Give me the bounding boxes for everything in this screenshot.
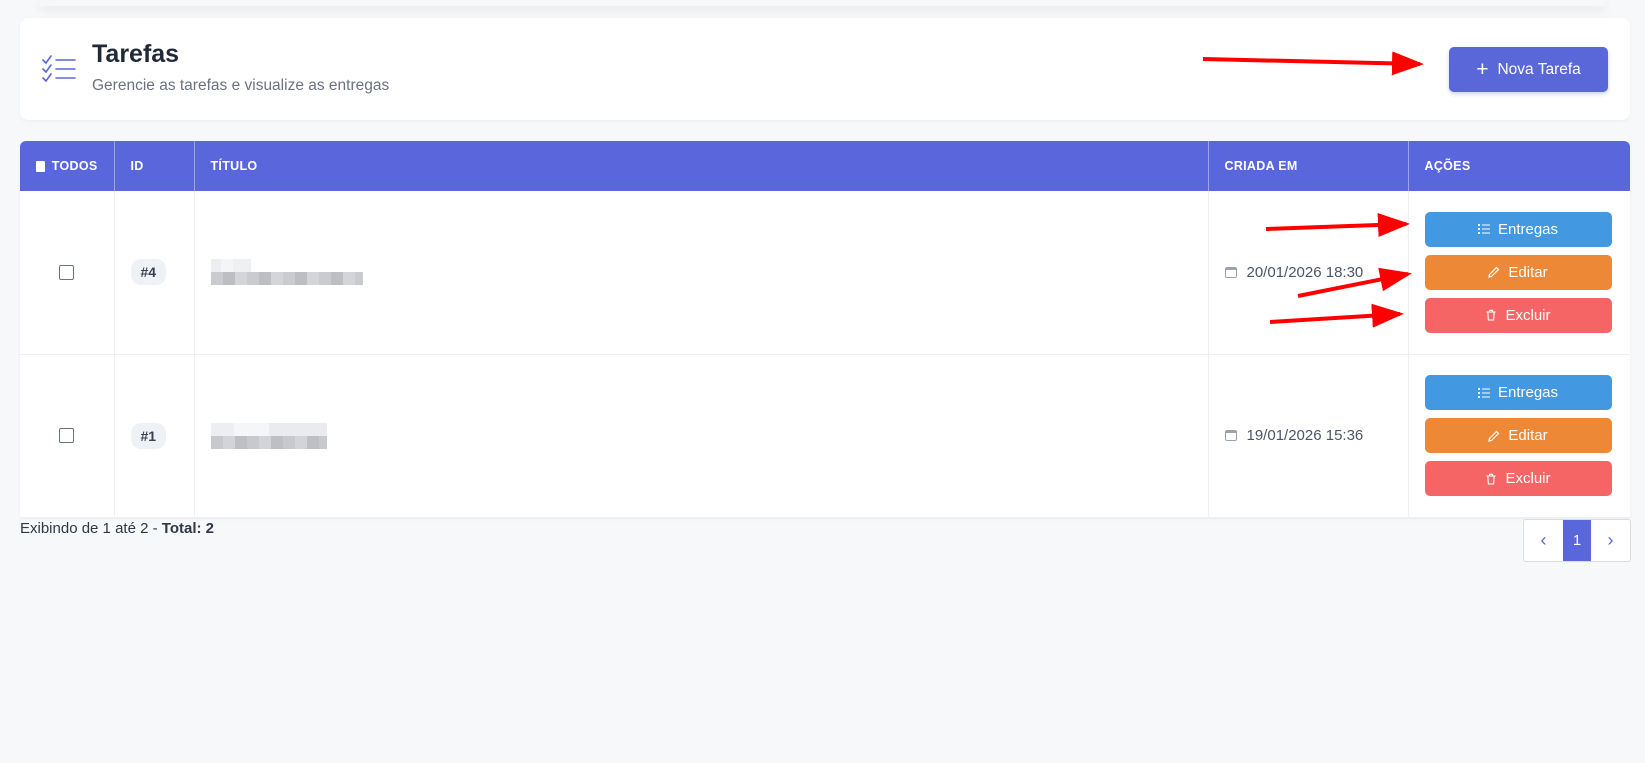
page-header: Tarefas Gerencie as tarefas e visualize …	[20, 18, 1630, 120]
tasks-table: TODOS ID TÍTULO CRIADA EM AÇÕES #4 20/01…	[20, 141, 1630, 518]
plus-icon: +	[1476, 58, 1489, 81]
edit-label: Editar	[1508, 427, 1548, 444]
row-id-cell: #4	[114, 191, 195, 355]
calendar-icon	[1224, 266, 1237, 278]
delete-button[interactable]: Excluir	[1424, 297, 1612, 333]
trash-icon	[1486, 310, 1496, 321]
redacted-title	[210, 422, 1192, 449]
task-list-icon	[42, 55, 76, 83]
id-badge: #1	[130, 422, 167, 449]
page-title: Tarefas	[92, 40, 180, 68]
pencil-icon	[1488, 430, 1500, 442]
row-title-cell	[194, 354, 1209, 518]
pagination: ‹ 1 ›	[1523, 519, 1631, 562]
edit-button[interactable]: Editar	[1424, 254, 1612, 290]
page-subtitle: Gerencie as tarefas e visualize as entre…	[92, 77, 390, 94]
table-row: #4 20/01/2026 18:30 Entregas Editar Excl…	[20, 191, 1630, 355]
pagination-info: Exibindo de 1 até 2 - Total: 2	[20, 520, 214, 537]
created-date: 19/01/2026 15:36	[1246, 427, 1364, 444]
row-checkbox[interactable]	[59, 428, 75, 443]
edit-label: Editar	[1508, 263, 1548, 281]
total-text: Total: 2	[161, 520, 214, 537]
pencil-icon	[1488, 266, 1500, 279]
row-select-cell	[20, 354, 115, 518]
id-badge: #4	[130, 259, 167, 286]
showing-text: Exibindo de 1 até 2 -	[20, 520, 162, 537]
delete-button[interactable]: Excluir	[1424, 461, 1612, 496]
delete-label: Excluir	[1505, 470, 1551, 487]
deliveries-label: Entregas	[1497, 384, 1559, 401]
row-title-cell	[194, 191, 1209, 355]
top-bar	[40, 0, 1605, 6]
edit-button[interactable]: Editar	[1424, 418, 1612, 453]
new-task-button[interactable]: + Nova Tarefa	[1449, 47, 1608, 92]
select-all-checkbox[interactable]	[36, 160, 45, 172]
row-actions-cell: Entregas Editar Excluir	[1408, 191, 1630, 355]
row-select-cell	[20, 191, 115, 355]
deliveries-label: Entregas	[1497, 220, 1559, 238]
row-checkbox[interactable]	[59, 264, 75, 280]
deliveries-button[interactable]: Entregas	[1424, 211, 1612, 247]
list-icon	[1477, 387, 1490, 398]
row-created-cell: 19/01/2026 15:36	[1208, 354, 1409, 518]
calendar-icon	[1224, 430, 1237, 441]
chevron-right-icon: ›	[1607, 530, 1614, 550]
list-icon	[1477, 224, 1490, 235]
header-title: TÍTULO	[194, 141, 1209, 191]
row-created-cell: 20/01/2026 18:30	[1208, 191, 1409, 355]
previous-page-button[interactable]: ‹	[1524, 520, 1563, 561]
next-page-button[interactable]: ›	[1591, 520, 1630, 561]
header-actions: AÇÕES	[1424, 159, 1471, 173]
delete-label: Excluir	[1505, 306, 1551, 324]
header-created: CRIADA EM	[1208, 141, 1409, 191]
new-task-label: Nova Tarefa	[1497, 60, 1581, 78]
table-row: #1 19/01/2026 15:36 Entregas Editar Excl…	[20, 354, 1630, 518]
header-id: ID	[114, 141, 195, 191]
page-1-button[interactable]: 1	[1563, 520, 1591, 561]
redacted-title	[210, 259, 1192, 286]
deliveries-button[interactable]: Entregas	[1424, 375, 1612, 410]
header-select-all[interactable]: TODOS	[20, 141, 115, 191]
header-all-label: TODOS	[51, 159, 98, 173]
trash-icon	[1486, 473, 1496, 485]
chevron-left-icon: ‹	[1540, 530, 1547, 550]
row-actions-cell: Entregas Editar Excluir	[1408, 354, 1630, 518]
created-date: 20/01/2026 18:30	[1246, 263, 1364, 281]
table-header-row: TODOS ID TÍTULO CRIADA EM AÇÕES	[20, 141, 1630, 191]
row-id-cell: #1	[114, 354, 195, 518]
